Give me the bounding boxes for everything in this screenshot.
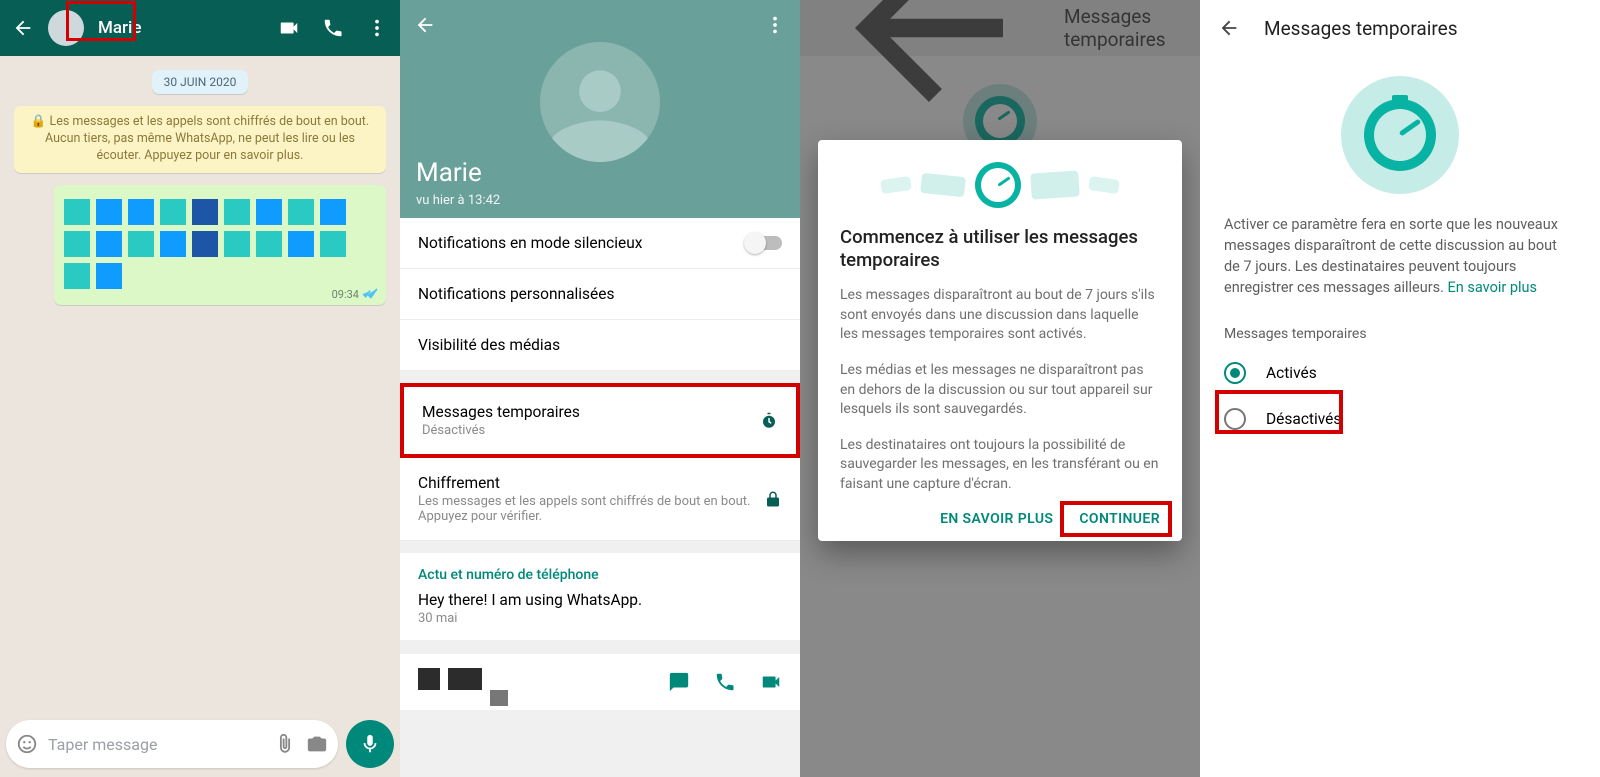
radio-option-on[interactable]: Activés: [1200, 350, 1600, 396]
page-title: Messages temporaires: [1264, 17, 1458, 40]
screen-contact-info: Marie vu hier à 13:42 Notifications en m…: [400, 0, 800, 777]
radio-off-icon: [1224, 408, 1246, 430]
voice-call-icon[interactable]: [714, 671, 736, 693]
voice-call-icon[interactable]: [322, 17, 344, 39]
row-mute-label: Notifications en mode silencieux: [418, 234, 642, 252]
row-custom-notifications[interactable]: Notifications personnalisées: [400, 269, 800, 320]
row-encryption[interactable]: Chiffrement Les messages et les appels s…: [400, 458, 800, 541]
row-media-label: Visibilité des médias: [418, 336, 560, 354]
row-disappearing-label: Messages temporaires: [422, 403, 580, 421]
timer-icon: [975, 162, 1021, 208]
message-input[interactable]: Taper message: [6, 720, 338, 768]
timer-illustration: [1341, 76, 1459, 194]
mic-icon: [359, 733, 381, 755]
phone-row: [400, 654, 800, 710]
radio-on-label: Activés: [1266, 364, 1317, 382]
chat-body: 30 JUIN 2020 🔒 Les messages et les appel…: [0, 56, 400, 711]
learn-more-button[interactable]: EN SAVOIR PLUS: [940, 511, 1053, 527]
redacted-content: [62, 193, 378, 289]
section-about-phone: Actu et numéro de téléphone: [400, 553, 800, 587]
contact-name[interactable]: Marie: [98, 18, 264, 38]
message-time: 09:34: [332, 288, 359, 301]
video-call-icon[interactable]: [760, 671, 782, 693]
chat-header: Marie: [0, 0, 400, 56]
avatar[interactable]: [48, 10, 84, 46]
profile-name: Marie: [416, 158, 482, 188]
row-mute[interactable]: Notifications en mode silencieux: [400, 218, 800, 269]
encryption-notice[interactable]: 🔒 Les messages et les appels sont chiffr…: [14, 106, 386, 173]
screen-disappearing-dialog: Messages temporaires Commencez à utilise…: [800, 0, 1200, 777]
message-input-placeholder: Taper message: [48, 735, 264, 754]
radio-on-icon: [1224, 362, 1246, 384]
status-date: 30 mai: [400, 611, 800, 640]
timer-icon: [760, 412, 778, 430]
row-media-visibility[interactable]: Visibilité des médias: [400, 320, 800, 371]
screen-chat: Marie 30 JUIN 2020 🔒 Les messages et les…: [0, 0, 400, 777]
video-call-icon[interactable]: [278, 17, 300, 39]
row-disappearing-sub: Désactivés: [422, 423, 778, 438]
back-icon[interactable]: [414, 14, 436, 36]
phone-number-redacted: [418, 668, 508, 696]
back-icon[interactable]: [1218, 17, 1240, 39]
row-custom-label: Notifications personnalisées: [418, 285, 615, 303]
setting-description: Activer ce paramètre fera en sorte que l…: [1200, 214, 1600, 298]
radio-off-label: Désactivés: [1266, 410, 1341, 428]
message-icon[interactable]: [668, 671, 690, 693]
composer: Taper message: [6, 717, 394, 771]
last-seen: vu hier à 13:42: [416, 193, 500, 208]
radio-option-off[interactable]: Désactivés: [1200, 396, 1600, 442]
row-encryption-label: Chiffrement: [418, 474, 500, 492]
page-header: Messages temporaires: [1200, 0, 1600, 56]
screen-disappearing-setting: Messages temporaires Activer ce paramètr…: [1200, 0, 1600, 777]
profile-header: Marie vu hier à 13:42: [400, 0, 800, 218]
emoji-icon[interactable]: [16, 733, 38, 755]
dialog-para-1: Les messages disparaîtront au bout de 7 …: [840, 286, 1160, 345]
row-disappearing-messages[interactable]: Messages temporaires Désactivés: [400, 383, 800, 458]
attach-icon[interactable]: [274, 733, 296, 755]
back-icon[interactable]: [12, 17, 34, 39]
learn-more-link[interactable]: En savoir plus: [1448, 279, 1537, 296]
status-text: Hey there! I am using WhatsApp.: [400, 587, 800, 611]
camera-icon[interactable]: [306, 733, 328, 755]
lock-icon: [764, 490, 782, 508]
section-label: Messages temporaires: [1200, 298, 1600, 350]
continue-button[interactable]: CONTINUER: [1079, 511, 1160, 527]
row-encryption-sub: Les messages et les appels sont chiffrés…: [418, 494, 782, 524]
read-ticks-icon: [362, 288, 378, 300]
dialog-para-2: Les médias et les messages ne disparaîtr…: [840, 361, 1160, 420]
more-icon[interactable]: [764, 14, 786, 36]
dialog-para-3: Les destinataires ont toujours la possib…: [840, 436, 1160, 495]
person-icon: [550, 62, 650, 162]
avatar-large[interactable]: [540, 42, 660, 162]
mic-button[interactable]: [346, 720, 394, 768]
mute-toggle[interactable]: [746, 236, 782, 250]
date-pill: 30 JUIN 2020: [152, 70, 249, 94]
more-icon[interactable]: [366, 17, 388, 39]
dialog-illustration: [840, 160, 1160, 210]
intro-dialog: Commencez à utiliser les messages tempor…: [818, 140, 1182, 541]
message-bubble-out[interactable]: 09:34: [54, 185, 386, 305]
dialog-title: Commencez à utiliser les messages tempor…: [840, 226, 1160, 272]
